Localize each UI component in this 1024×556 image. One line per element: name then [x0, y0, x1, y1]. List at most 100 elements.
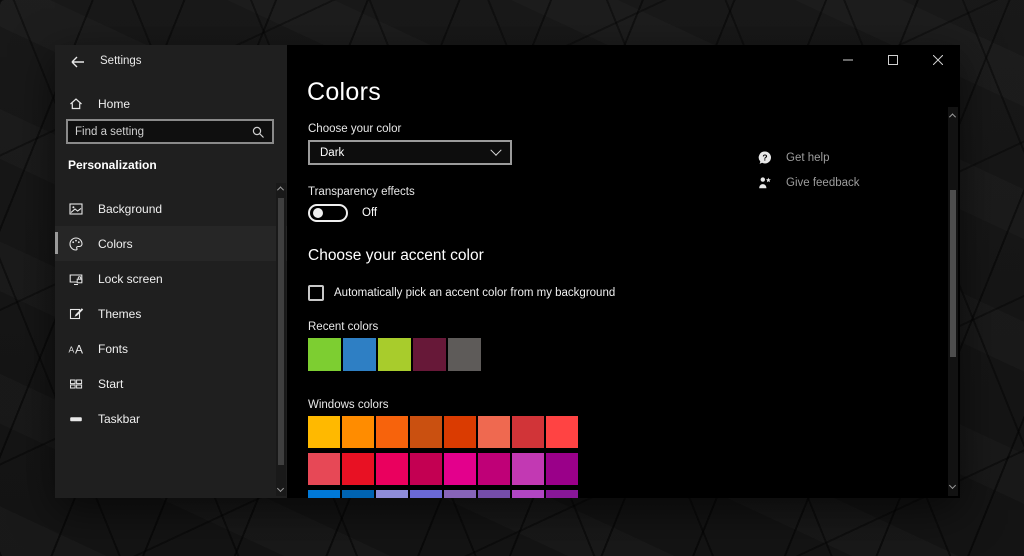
home-label: Home — [98, 97, 130, 111]
scroll-up-icon[interactable] — [950, 113, 956, 119]
sidebar-item-label: Themes — [98, 307, 141, 321]
windows-color-swatch[interactable] — [376, 416, 408, 448]
windows-color-swatch[interactable] — [512, 416, 544, 448]
search-input[interactable] — [75, 126, 251, 138]
help-links: ? Get help Give feedback — [757, 150, 860, 191]
minimize-button[interactable] — [825, 45, 870, 74]
scroll-down-icon[interactable] — [950, 483, 956, 489]
close-button[interactable] — [915, 45, 960, 74]
close-icon — [933, 55, 943, 65]
sidebar-item-label: Start — [98, 377, 123, 391]
accent-section-title: Choose your accent color — [308, 247, 484, 265]
windows-color-swatch[interactable] — [546, 453, 578, 485]
selection-indicator — [55, 407, 58, 429]
page-title: Colors — [307, 78, 381, 107]
colors-palette-icon — [68, 236, 84, 252]
windows-color-swatch[interactable] — [410, 453, 442, 485]
give-feedback-label: Give feedback — [786, 177, 860, 189]
main-scrollbar[interactable] — [948, 107, 958, 496]
transparency-label: Transparency effects — [308, 186, 415, 198]
window-controls — [825, 45, 960, 74]
scroll-down-icon[interactable] — [278, 486, 284, 492]
windows-color-swatch[interactable] — [308, 490, 340, 498]
get-help-link[interactable]: ? Get help — [757, 150, 860, 166]
windows-color-swatch[interactable] — [546, 490, 578, 498]
windows-color-swatch[interactable] — [376, 490, 408, 498]
sidebar-item-label: Lock screen — [98, 272, 163, 286]
sidebar-item-label: Colors — [98, 237, 133, 251]
sidebar-item-taskbar[interactable]: Taskbar — [55, 401, 287, 436]
search-box[interactable] — [66, 119, 274, 144]
selection-indicator — [55, 232, 58, 254]
scrollbar-thumb[interactable] — [278, 198, 284, 465]
sidebar-nav: Background Colors Lock screen — [55, 191, 287, 436]
chevron-down-icon — [490, 144, 501, 155]
scroll-up-icon[interactable] — [278, 186, 284, 192]
maximize-button[interactable] — [870, 45, 915, 74]
sidebar-item-lock-screen[interactable]: Lock screen — [55, 261, 287, 296]
scrollbar-thumb[interactable] — [950, 190, 956, 357]
sidebar: Settings Home Personalization Background — [55, 45, 287, 498]
give-feedback-link[interactable]: Give feedback — [757, 175, 860, 191]
windows-color-swatch[interactable] — [444, 453, 476, 485]
transparency-toggle-row: Off — [308, 204, 377, 222]
search-icon — [251, 125, 265, 139]
back-arrow-icon — [70, 55, 86, 69]
recent-color-swatch[interactable] — [378, 338, 411, 371]
selection-indicator — [55, 267, 58, 289]
windows-color-swatch[interactable] — [478, 453, 510, 485]
sidebar-item-label: Fonts — [98, 342, 128, 356]
back-button[interactable] — [65, 51, 91, 73]
toggle-knob — [313, 208, 323, 218]
windows-color-swatch[interactable] — [512, 490, 544, 498]
windows-color-swatch[interactable] — [342, 416, 374, 448]
windows-color-swatch[interactable] — [512, 453, 544, 485]
themes-icon — [68, 306, 84, 322]
sidebar-item-background[interactable]: Background — [55, 191, 287, 226]
recent-color-swatch[interactable] — [308, 338, 341, 371]
sidebar-item-themes[interactable]: Themes — [55, 296, 287, 331]
color-mode-dropdown[interactable]: Dark — [308, 140, 512, 165]
selection-indicator — [55, 337, 58, 359]
selection-indicator — [55, 302, 58, 324]
windows-color-swatch[interactable] — [546, 416, 578, 448]
sidebar-item-home[interactable]: Home — [55, 88, 287, 120]
recent-color-swatch[interactable] — [343, 338, 376, 371]
windows-color-swatch[interactable] — [410, 490, 442, 498]
sidebar-item-start[interactable]: Start — [55, 366, 287, 401]
sidebar-item-label: Background — [98, 202, 162, 216]
sidebar-item-colors[interactable]: Colors — [55, 226, 287, 261]
windows-color-swatch[interactable] — [444, 416, 476, 448]
windows-color-swatch[interactable] — [478, 416, 510, 448]
sidebar-item-label: Taskbar — [98, 412, 140, 426]
auto-accent-label: Automatically pick an accent color from … — [334, 287, 615, 299]
feedback-person-icon — [757, 175, 773, 191]
windows-color-swatch[interactable] — [444, 490, 476, 498]
windows-color-swatch[interactable] — [308, 416, 340, 448]
svg-text:A: A — [75, 342, 83, 356]
auto-accent-row: Automatically pick an accent color from … — [308, 285, 615, 301]
sidebar-item-fonts[interactable]: AA Fonts — [55, 331, 287, 366]
svg-text:?: ? — [762, 153, 767, 163]
start-icon — [68, 376, 84, 392]
recent-color-swatch[interactable] — [448, 338, 481, 371]
windows-color-swatch[interactable] — [376, 453, 408, 485]
transparency-toggle[interactable] — [308, 204, 348, 222]
windows-colors-label: Windows colors — [308, 399, 389, 411]
background-icon — [68, 201, 84, 217]
section-header: Personalization — [68, 158, 157, 172]
auto-accent-checkbox[interactable] — [308, 285, 324, 301]
windows-color-swatch[interactable] — [308, 453, 340, 485]
fonts-icon: AA — [68, 341, 84, 357]
windows-color-swatch[interactable] — [342, 453, 374, 485]
selection-indicator — [55, 197, 58, 219]
windows-color-swatch[interactable] — [342, 490, 374, 498]
help-chat-icon: ? — [757, 150, 773, 166]
recent-color-swatch[interactable] — [413, 338, 446, 371]
selection-indicator — [55, 372, 58, 394]
windows-color-swatch[interactable] — [478, 490, 510, 498]
maximize-icon — [888, 55, 898, 65]
windows-color-swatch[interactable] — [410, 416, 442, 448]
sidebar-scrollbar[interactable] — [276, 183, 286, 496]
main-content: Colors Choose your color Dark ? Get help… — [287, 45, 960, 498]
